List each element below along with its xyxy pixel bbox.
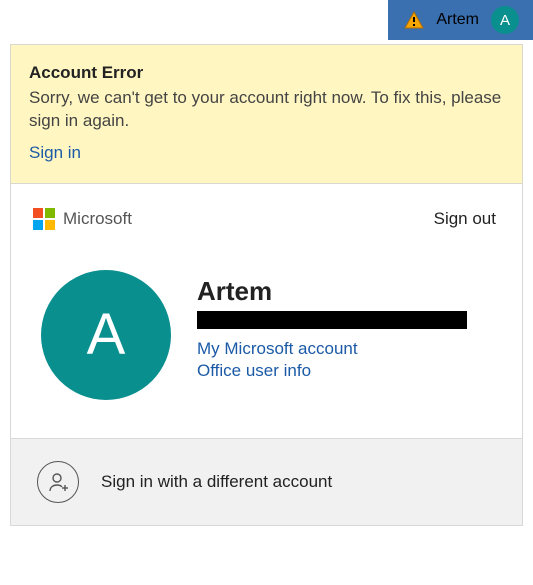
profile-avatar-initial: A	[87, 301, 126, 368]
account-panel-header: Microsoft Sign out	[11, 184, 522, 240]
account-panel: Microsoft Sign out A Artem My Microsoft …	[10, 184, 523, 526]
profile-name: Artem	[197, 276, 467, 307]
profile-email-redacted	[197, 311, 467, 329]
error-title: Account Error	[29, 63, 504, 83]
microsoft-logo: Microsoft	[33, 208, 132, 230]
profile-info: Artem My Microsoft account Office user i…	[197, 270, 467, 400]
warning-icon	[404, 11, 424, 29]
account-error-banner: Account Error Sorry, we can't get to you…	[10, 44, 523, 184]
my-microsoft-account-link[interactable]: My Microsoft account	[197, 339, 467, 359]
profile-section: A Artem My Microsoft account Office user…	[11, 240, 522, 438]
office-user-info-link[interactable]: Office user info	[197, 361, 467, 381]
header-username: Artem	[436, 11, 479, 29]
microsoft-logo-text: Microsoft	[63, 209, 132, 229]
person-add-icon	[37, 461, 79, 503]
header-avatar: A	[491, 6, 519, 34]
header-user-chip[interactable]: Artem A	[388, 0, 533, 40]
error-message: Sorry, we can't get to your account righ…	[29, 87, 504, 133]
header-avatar-initial: A	[500, 12, 510, 29]
profile-avatar: A	[41, 270, 171, 400]
sign-in-different-account-button[interactable]: Sign in with a different account	[11, 438, 522, 525]
title-bar: Artem A	[0, 0, 533, 40]
microsoft-logo-icon	[33, 208, 55, 230]
sign-out-link[interactable]: Sign out	[434, 209, 496, 229]
sign-in-different-account-label: Sign in with a different account	[101, 472, 332, 492]
sign-in-link[interactable]: Sign in	[29, 143, 504, 163]
